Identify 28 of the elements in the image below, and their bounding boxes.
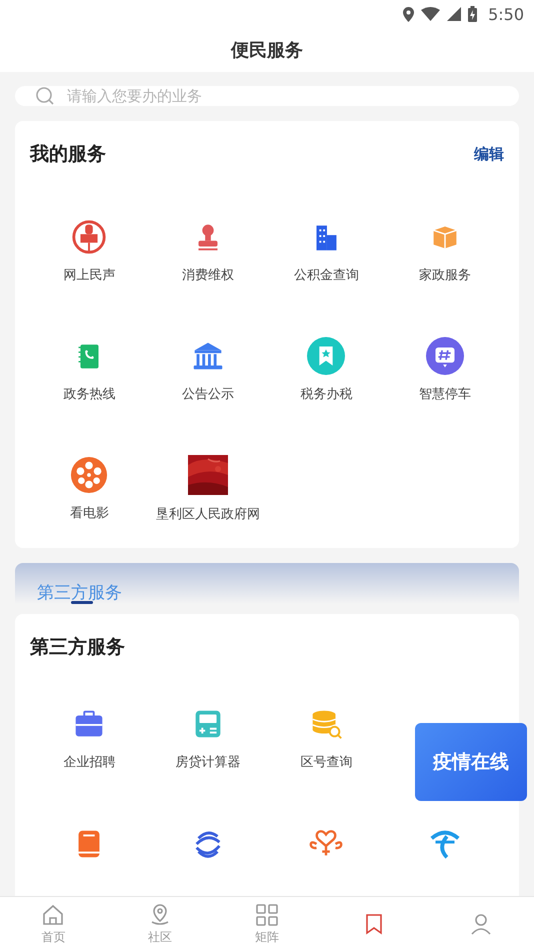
floating-banner[interactable]: 疫情在线 <box>415 723 527 801</box>
service-label[interactable]: 税务办税 <box>300 385 352 403</box>
battery-icon <box>468 6 478 22</box>
service-label[interactable]: 消费维权 <box>182 266 234 284</box>
service-label[interactable]: 公告公示 <box>182 385 234 403</box>
search-icon <box>35 86 55 106</box>
edit-link[interactable]: 编辑 <box>474 144 504 164</box>
page-title: 便民服务 <box>231 39 303 62</box>
location-icon <box>403 6 414 22</box>
service-label[interactable]: 企业招聘 <box>63 753 116 771</box>
microphone-icon[interactable] <box>70 218 108 256</box>
service-label[interactable]: 公积金查询 <box>294 266 359 284</box>
banner-text: 疫情在线 <box>433 750 509 775</box>
signal-icon <box>447 7 462 21</box>
service-label[interactable]: 智慧停车 <box>418 385 471 403</box>
status-time: 5:50 <box>488 4 524 24</box>
hashtag-icon[interactable] <box>426 337 464 375</box>
service-label[interactable]: 政务热线 <box>63 385 116 403</box>
service-label[interactable]: 垦利区人民政府网 <box>156 505 260 523</box>
wifi-icon <box>421 7 440 21</box>
service-label[interactable]: 房贷计算器 <box>175 753 240 771</box>
service-label[interactable]: 区号查询 <box>300 753 352 771</box>
service-label[interactable]: 网上民声 <box>63 266 116 284</box>
service-label[interactable]: 看电影 <box>70 504 109 522</box>
service-label[interactable]: 家政服务 <box>418 266 471 284</box>
film-reel-icon[interactable] <box>70 456 108 494</box>
section-title: 我的服务 <box>30 142 106 167</box>
section-title: 第三方服务 <box>30 635 125 660</box>
